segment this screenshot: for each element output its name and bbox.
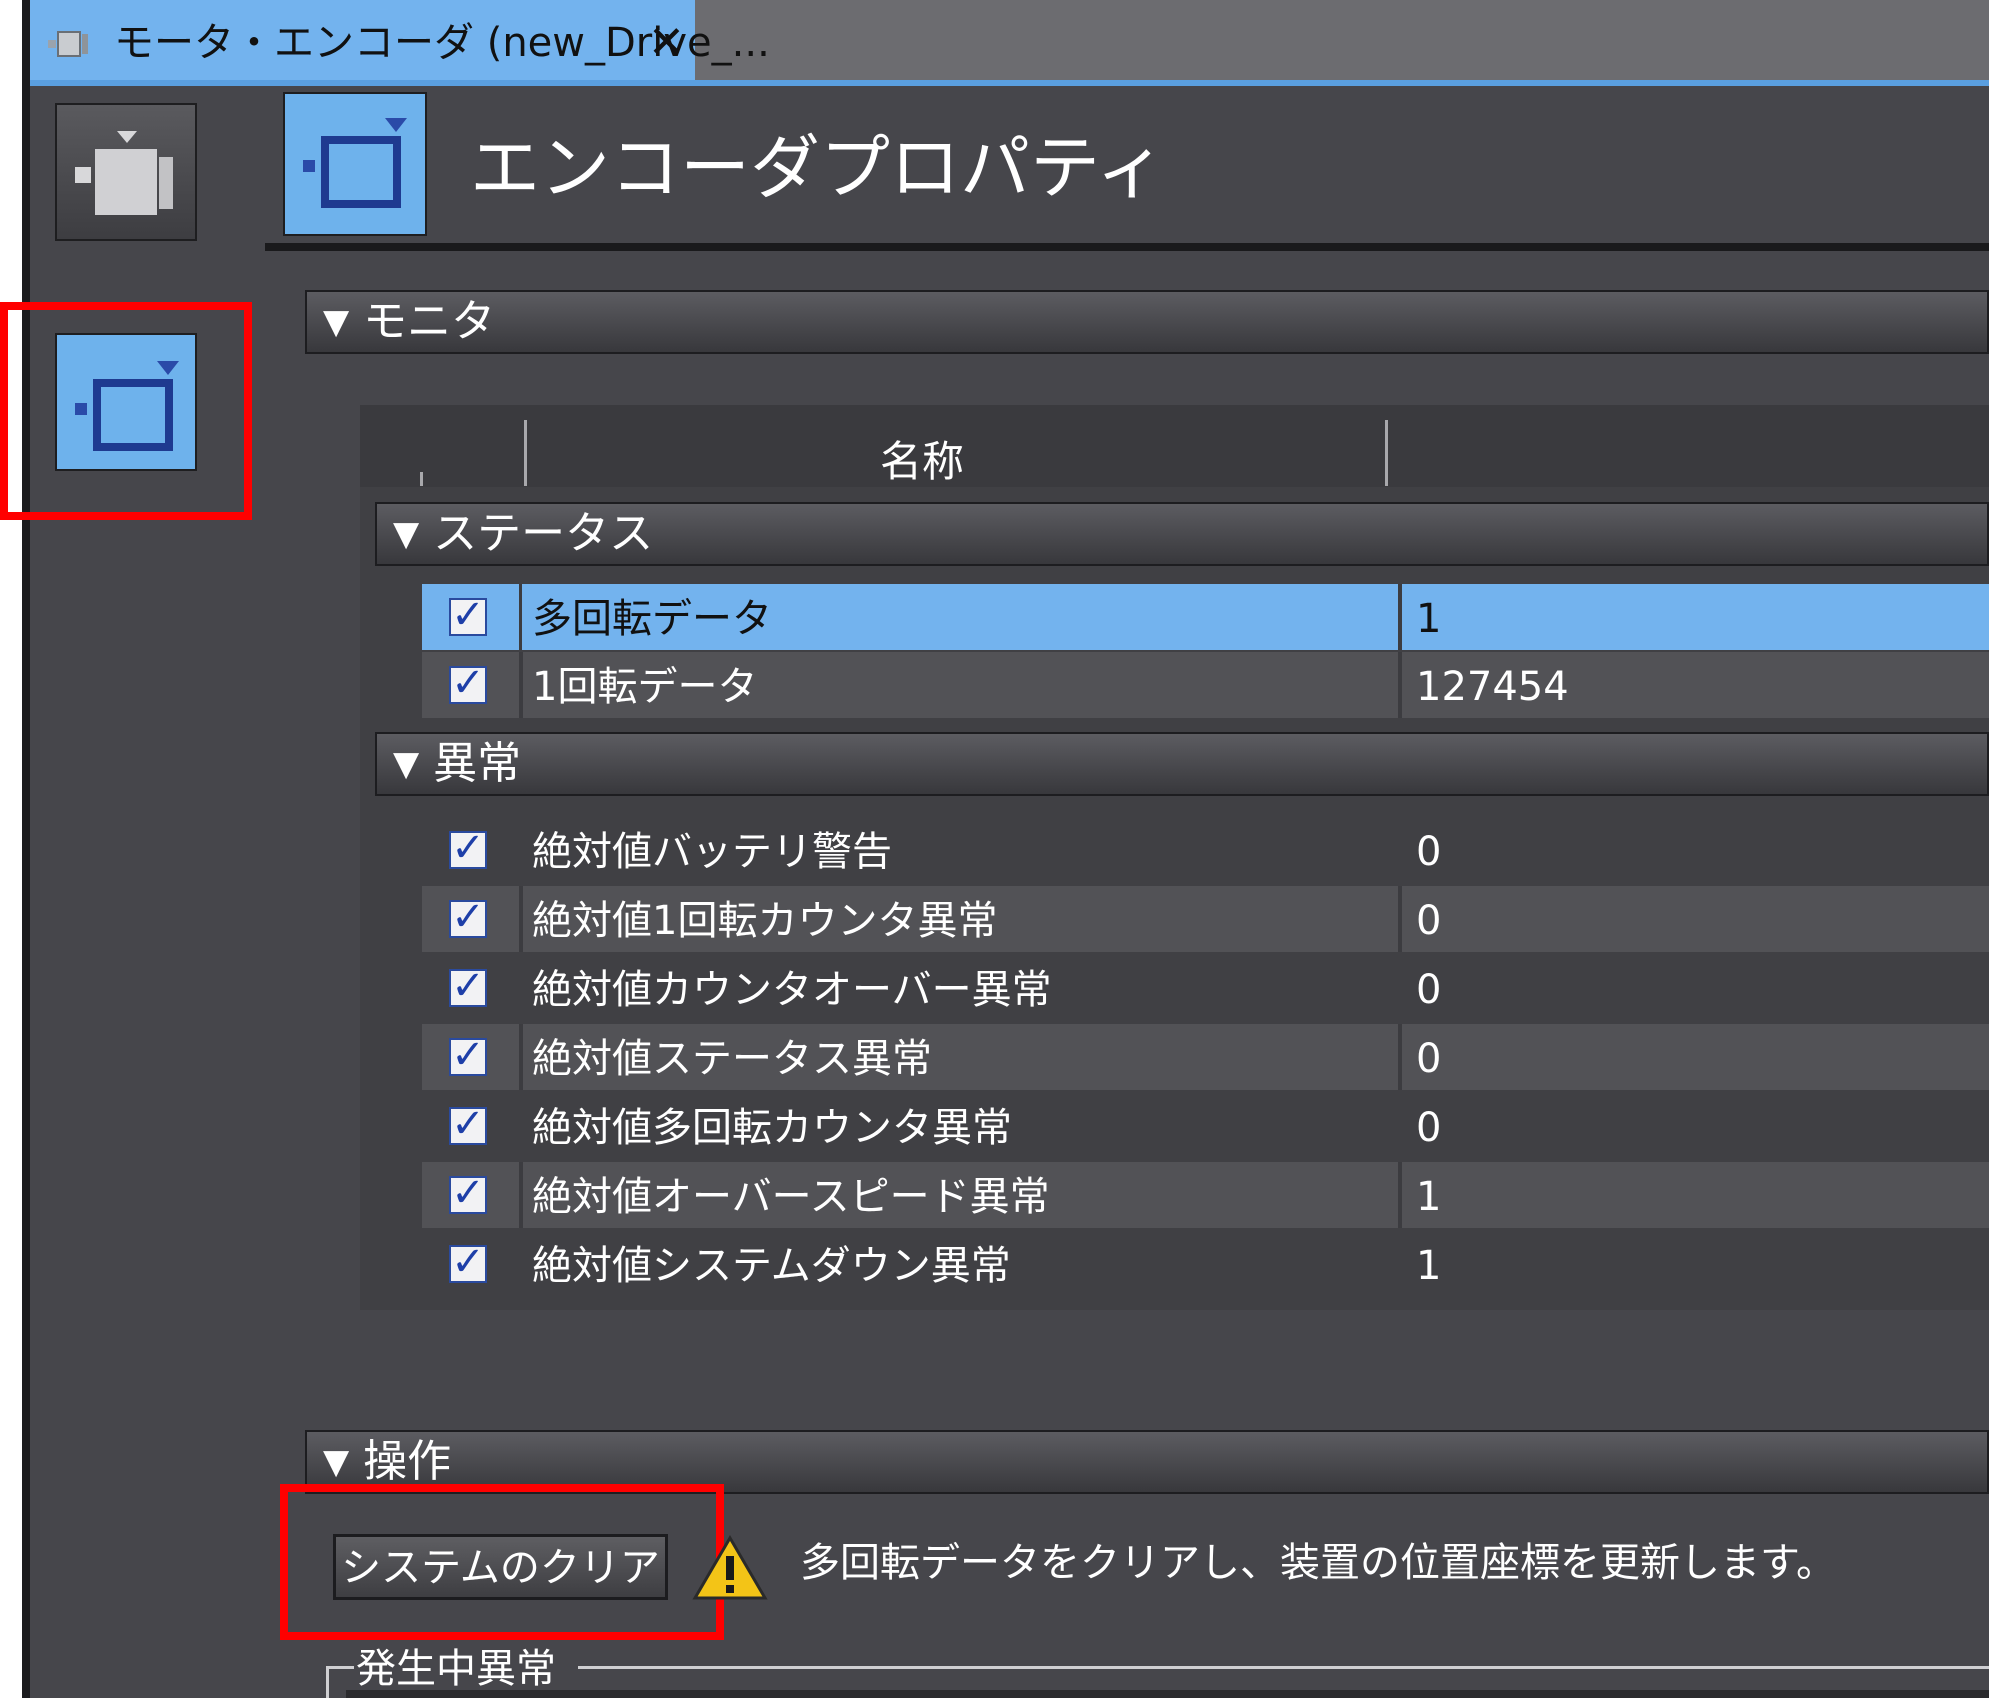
group-border — [326, 1666, 329, 1698]
checkbox-checked-icon[interactable]: ✓ — [449, 1242, 487, 1283]
page-title: エンコーダプロパティ — [470, 127, 1166, 209]
row-value: 1 — [1416, 1243, 1442, 1289]
row-value: 0 — [1416, 1036, 1442, 1082]
table-row[interactable]: ✓ 絶対値ステータス異常 0 — [422, 1024, 1989, 1090]
warning-icon — [692, 1535, 768, 1600]
row-name: 絶対値ステータス異常 — [532, 1036, 932, 1082]
group-error-label: 異常 — [433, 738, 522, 789]
row-value: 1 — [1402, 584, 1989, 650]
group-error[interactable]: ▼ 異常 — [375, 732, 1989, 796]
row-value: 127454 — [1416, 664, 1569, 710]
table-row[interactable]: ✓ 絶対値1回転カウンタ異常 0 — [422, 886, 1989, 952]
column-separator[interactable] — [1385, 420, 1388, 486]
triangle-down-icon: ▼ — [393, 744, 420, 784]
row-name: 多回転データ — [522, 584, 1398, 650]
tab-underline — [30, 80, 1989, 86]
encoder-header-icon — [283, 92, 427, 236]
checkbox-checked-icon[interactable]: ✓ — [449, 595, 487, 636]
column-separator[interactable] — [524, 420, 527, 486]
section-operation-label: 操作 — [363, 1436, 452, 1487]
section-monitor-label: モニタ — [363, 296, 496, 347]
row-name: 絶対値システムダウン異常 — [532, 1243, 1011, 1289]
table-row[interactable]: ✓ 絶対値多回転カウンタ異常 0 — [422, 1093, 1989, 1159]
row-value: 0 — [1416, 829, 1442, 875]
motor-view-button[interactable] — [55, 103, 197, 241]
row-value: 0 — [1416, 1105, 1442, 1151]
table-row[interactable]: ✓ 1回転データ 127454 — [422, 652, 1989, 718]
motor-icon — [75, 131, 173, 215]
group-status[interactable]: ▼ ステータス — [375, 502, 1989, 566]
window-margin — [0, 0, 22, 1698]
highlight-box-encoder — [0, 302, 252, 520]
table-row[interactable]: ✓ 多回転データ 1 — [422, 584, 1989, 650]
checkbox-checked-icon[interactable]: ✓ — [449, 897, 487, 938]
row-value: 1 — [1416, 1174, 1442, 1220]
row-name: 絶対値オーバースピード異常 — [532, 1174, 1050, 1220]
triangle-down-icon: ▼ — [393, 514, 420, 554]
close-icon[interactable]: ✕ — [648, 0, 685, 86]
highlight-box-clear-button — [280, 1484, 724, 1640]
table-row[interactable]: ✓ 絶対値バッテリ警告 0 — [422, 817, 1989, 883]
active-errors-group-title: 発生中異常 — [356, 1646, 556, 1692]
header-divider — [265, 243, 1989, 251]
row-value: 0 — [1416, 898, 1442, 944]
window-border — [22, 0, 30, 1698]
group-status-label: ステータス — [433, 508, 654, 559]
table-row[interactable]: ✓ 絶対値システムダウン異常 1 — [422, 1231, 1989, 1297]
active-errors-grid — [346, 1690, 1989, 1698]
checkbox-checked-icon[interactable]: ✓ — [449, 1173, 487, 1214]
column-header-name[interactable]: 名称 — [880, 428, 964, 489]
checkbox-checked-icon[interactable]: ✓ — [449, 663, 487, 704]
device-tab-icon — [48, 31, 88, 57]
checkbox-checked-icon[interactable]: ✓ — [449, 1035, 487, 1076]
triangle-down-icon: ▼ — [323, 1442, 350, 1482]
tab-motor-encoder[interactable]: モータ・エンコーダ (new_Drive_... ✕ — [30, 0, 770, 80]
checkbox-checked-icon[interactable]: ✓ — [449, 966, 487, 1007]
checkbox-checked-icon[interactable]: ✓ — [449, 828, 487, 869]
triangle-down-icon: ▼ — [323, 302, 350, 342]
table-row[interactable]: ✓ 絶対値オーバースピード異常 1 — [422, 1162, 1989, 1228]
row-name: 1回転データ — [532, 664, 758, 710]
row-name: 絶対値バッテリ警告 — [532, 829, 892, 875]
grid-header — [360, 405, 1989, 487]
checkbox-checked-icon[interactable]: ✓ — [449, 1104, 487, 1145]
section-monitor[interactable]: ▼ モニタ — [305, 290, 1989, 354]
clear-warning-message: 多回転データをクリアし、装置の位置座標を更新します。 — [800, 1540, 1836, 1586]
row-name: 絶対値カウンタオーバー異常 — [532, 967, 1052, 1013]
column-separator — [420, 472, 423, 486]
group-border — [578, 1666, 1989, 1669]
row-value: 0 — [1416, 967, 1442, 1013]
row-name: 絶対値多回転カウンタ異常 — [532, 1105, 1012, 1151]
group-border — [326, 1666, 354, 1669]
table-row[interactable]: ✓ 絶対値カウンタオーバー異常 0 — [422, 955, 1989, 1021]
row-name: 絶対値1回転カウンタ異常 — [532, 898, 998, 944]
